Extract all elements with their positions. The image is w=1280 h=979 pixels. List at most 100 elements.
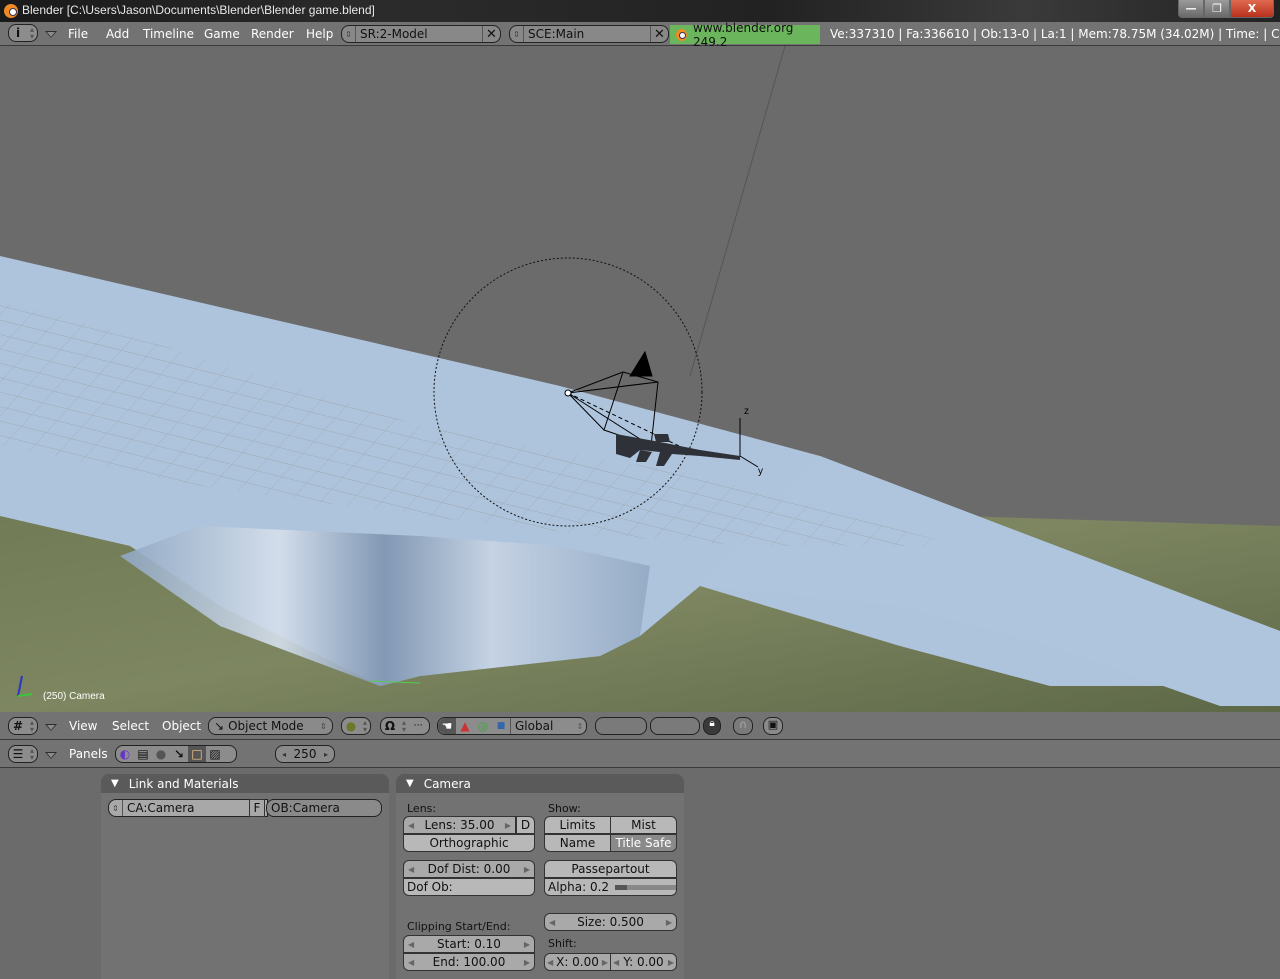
scene-selector[interactable]: ⇕ SCE:Main ✕ [509,25,669,43]
passepartout-toggle[interactable]: Passepartout [544,860,677,878]
decrement-arrow-icon[interactable]: ◀ [547,958,553,967]
manipulator-hand-icon[interactable]: ☚ [438,718,456,734]
collapse-menu-icon[interactable] [45,724,57,731]
blender-org-link[interactable]: www.blender.org 249.2 [670,21,820,49]
camera-data-name[interactable]: CA:Camera [123,801,267,815]
snap-magnet-icon[interactable]: ∩ [733,717,753,735]
screen-name[interactable]: SR:2-Model [356,27,482,41]
mode-value[interactable]: Object Mode [224,719,320,733]
decrement-arrow-icon[interactable]: ◀ [408,865,414,874]
menu-timeline[interactable]: Timeline [143,27,194,41]
shift-x-value[interactable]: X: 0.00 [556,955,599,969]
object-name-field[interactable]: OB:Camera [266,799,382,817]
editor-type-selector[interactable]: # ▴ ▾ [8,717,38,735]
increment-arrow-icon[interactable]: ▸ [324,750,328,759]
collapse-triangle-icon[interactable]: ▼ [406,778,414,789]
clip-end-field[interactable]: ◀ End: 100.00 ▶ [403,953,535,971]
menu-add[interactable]: Add [106,27,129,41]
lens-degrees-toggle[interactable]: D [516,816,535,834]
menu-select[interactable]: Select [112,719,149,733]
dof-object-field[interactable]: Dof Ob: [403,878,535,896]
increment-arrow-icon[interactable]: ▶ [524,865,530,874]
collapse-triangle-icon[interactable]: ▼ [111,778,119,789]
menu-game[interactable]: Game [204,27,240,41]
menu-object[interactable]: Object [162,719,201,733]
clip-start-value[interactable]: Start: 0.10 [437,937,501,951]
decrement-arrow-icon[interactable]: ◂ [282,750,286,759]
lock-layers-icon[interactable]: 🔒︎ [703,717,721,735]
dof-dist-field[interactable]: ◀ Dof Dist: 0.00 ▶ [403,860,535,878]
show-mist-toggle[interactable]: Mist [610,816,677,834]
orientation-value[interactable]: Global [510,718,574,734]
dof-dist-value[interactable]: Dof Dist: 0.00 [428,862,511,876]
lens-field[interactable]: ◀ Lens: 35.00 ▶ [403,816,516,834]
frame-value[interactable]: 250 [294,747,317,761]
decrement-arrow-icon[interactable]: ◀ [408,821,414,830]
increment-arrow-icon[interactable]: ▶ [505,821,511,830]
increment-arrow-icon[interactable]: ▶ [524,958,530,967]
object-context-icon[interactable]: ↘ [170,746,188,762]
logic-context-icon[interactable]: ◐ [116,746,134,762]
viewport-scene: z y [0,46,1280,712]
size-field[interactable]: ◀ Size: 0.500 ▶ [544,913,677,931]
decrement-arrow-icon[interactable]: ◀ [549,918,555,927]
mode-selector[interactable]: ↘ Object Mode ⇕ [208,717,333,735]
minimize-button[interactable]: — [1178,0,1204,18]
delete-screen-icon[interactable]: ✕ [482,26,500,42]
collapse-menu-icon[interactable] [45,31,57,38]
menu-panels[interactable]: Panels [69,747,108,761]
scene-name[interactable]: SCE:Main [524,27,650,41]
shading-context-icon[interactable]: ● [152,746,170,762]
show-title-safe-toggle[interactable]: Title Safe [610,834,677,852]
screen-selector[interactable]: ⇕ SR:2-Model ✕ [341,25,501,43]
shift-y-value[interactable]: Y: 0.00 [623,955,663,969]
alpha-slider-track[interactable] [615,884,676,890]
delete-scene-icon[interactable]: ✕ [650,26,668,42]
clip-start-field[interactable]: ◀ Start: 0.10 ▶ [403,935,535,953]
increment-arrow-icon[interactable]: ▶ [602,958,608,967]
decrement-arrow-icon[interactable]: ◀ [613,958,619,967]
layer-buttons-2[interactable] [650,717,700,735]
show-limits-toggle[interactable]: Limits [544,816,611,834]
camera-data-selector[interactable]: ⇕ CA:Camera [108,799,268,817]
menu-view[interactable]: View [69,719,97,733]
shift-x-field[interactable]: ◀ X: 0.00 ▶ [544,953,611,971]
pivot-selector[interactable]: Ω ▴ ▾ ⋯ [380,717,430,735]
close-button[interactable]: X [1230,0,1274,18]
menu-help[interactable]: Help [306,27,333,41]
editing-context-icon[interactable]: □ [188,746,206,762]
align-icon[interactable]: ⋯ [409,718,427,734]
3d-viewport[interactable]: z y (250) Camera [0,46,1280,712]
editor-type-selector[interactable]: i ▴ ▾ [8,24,38,42]
maximize-button[interactable]: ❐ [1204,0,1230,18]
rotate-icon[interactable]: ◎ [474,718,492,734]
panel-header[interactable]: ▼ Camera [396,774,684,793]
increment-arrow-icon[interactable]: ▶ [666,918,672,927]
orthographic-toggle[interactable]: Orthographic [403,834,535,852]
show-name-toggle[interactable]: Name [544,834,611,852]
alpha-slider[interactable]: Alpha: 0.2 [544,878,677,896]
menu-render[interactable]: Render [251,27,294,41]
clip-end-value[interactable]: End: 100.00 [433,955,506,969]
translate-icon[interactable]: ▲ [456,718,474,734]
decrement-arrow-icon[interactable]: ◀ [408,958,414,967]
editor-type-selector[interactable]: ☰ ▴ ▾ [8,745,38,763]
panel-header[interactable]: ▼ Link and Materials [101,774,389,793]
frame-number-field[interactable]: ◂ 250 ▸ [275,745,335,763]
draw-type-selector[interactable]: ● ▴ ▾ [341,717,371,735]
increment-arrow-icon[interactable]: ▶ [524,940,530,949]
script-context-icon[interactable]: ▤ [134,746,152,762]
layer-buttons-1[interactable] [595,717,647,735]
scene-context-icon[interactable]: ▨ [206,746,224,762]
fake-user-button[interactable]: F [249,799,265,817]
decrement-arrow-icon[interactable]: ◀ [408,940,414,949]
scale-icon[interactable]: ■ [492,718,510,734]
object-name[interactable]: OB:Camera [267,801,381,815]
increment-arrow-icon[interactable]: ▶ [668,958,674,967]
collapse-menu-icon[interactable] [45,752,57,759]
lens-value[interactable]: Lens: 35.00 [425,818,495,832]
render-preview-icon[interactable]: ▣ [763,717,783,735]
size-value[interactable]: Size: 0.500 [577,915,644,929]
shift-y-field[interactable]: ◀ Y: 0.00 ▶ [610,953,677,971]
menu-file[interactable]: File [68,27,88,41]
